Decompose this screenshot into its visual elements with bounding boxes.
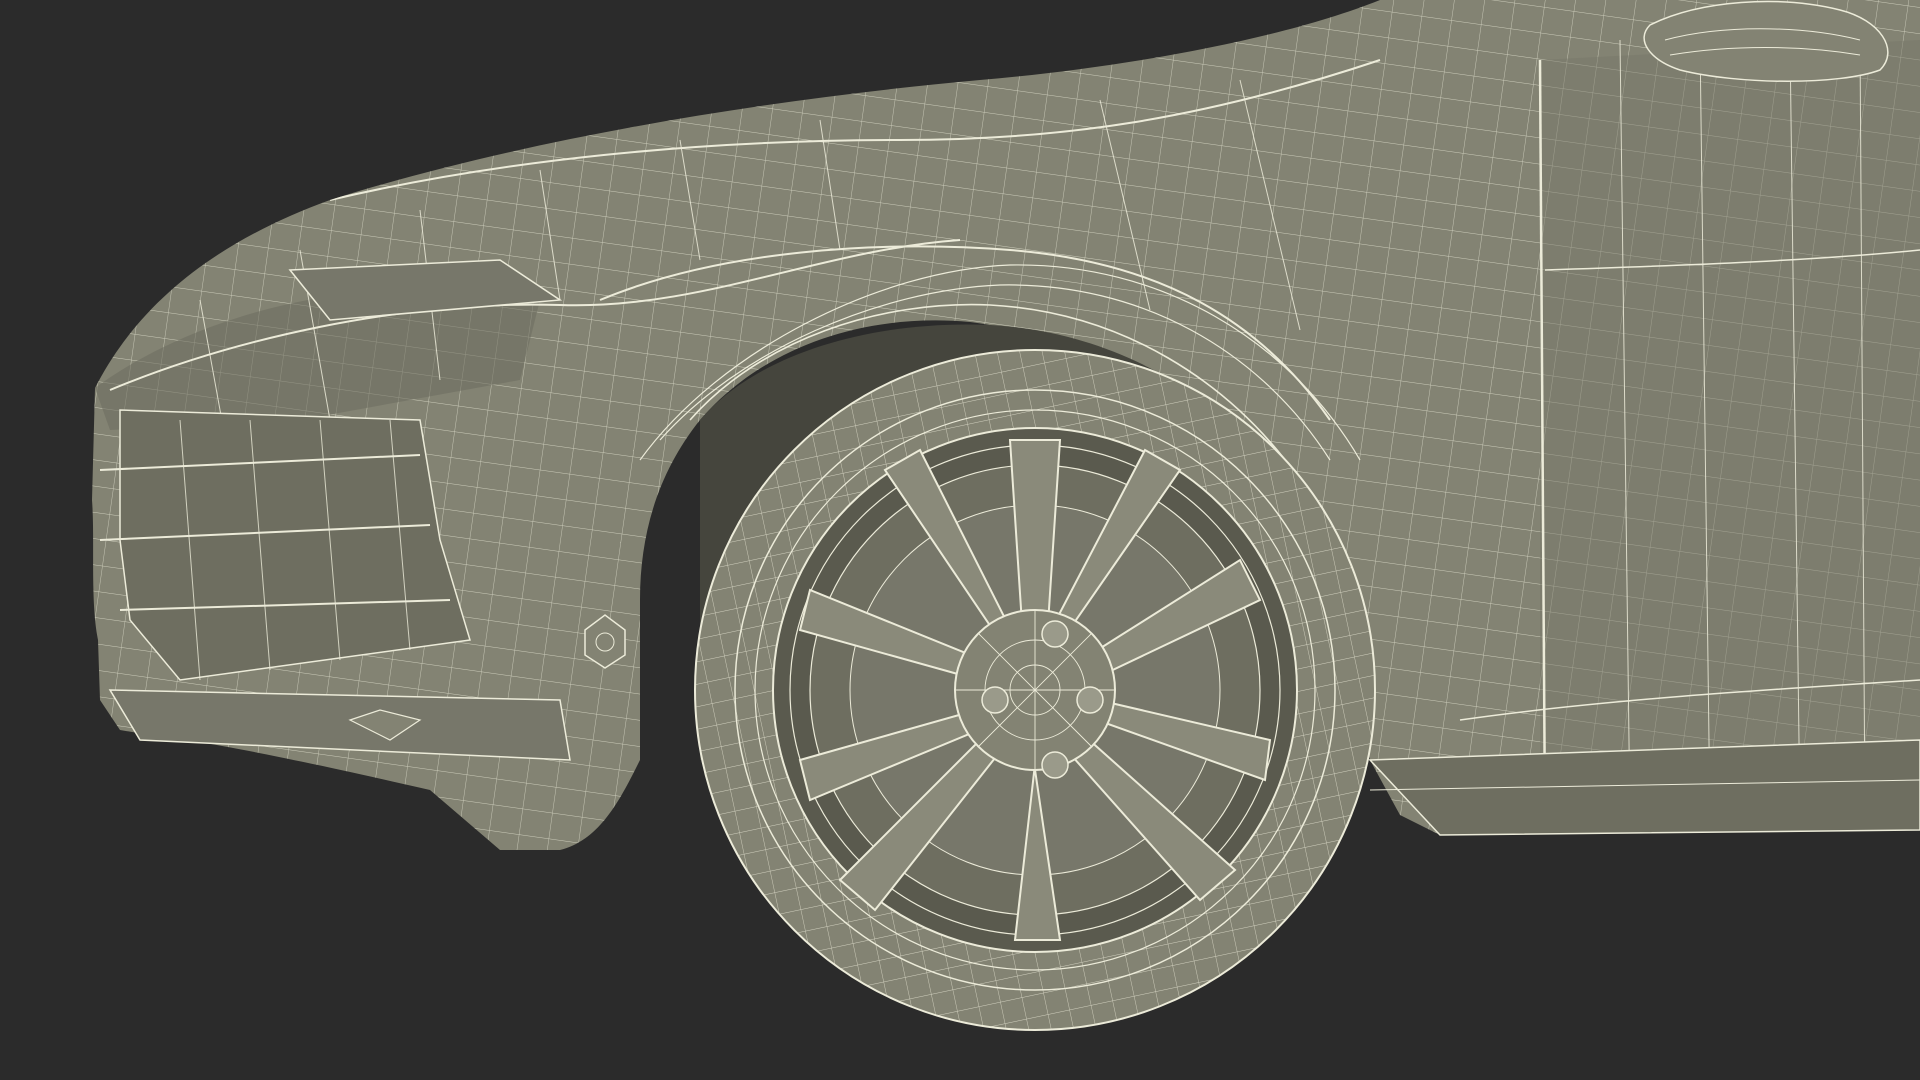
render-viewport	[0, 0, 1920, 1080]
mirror-icon	[1643, 0, 1889, 82]
wireframe-scene	[92, 0, 1920, 1031]
wheel-icon	[694, 349, 1376, 1031]
